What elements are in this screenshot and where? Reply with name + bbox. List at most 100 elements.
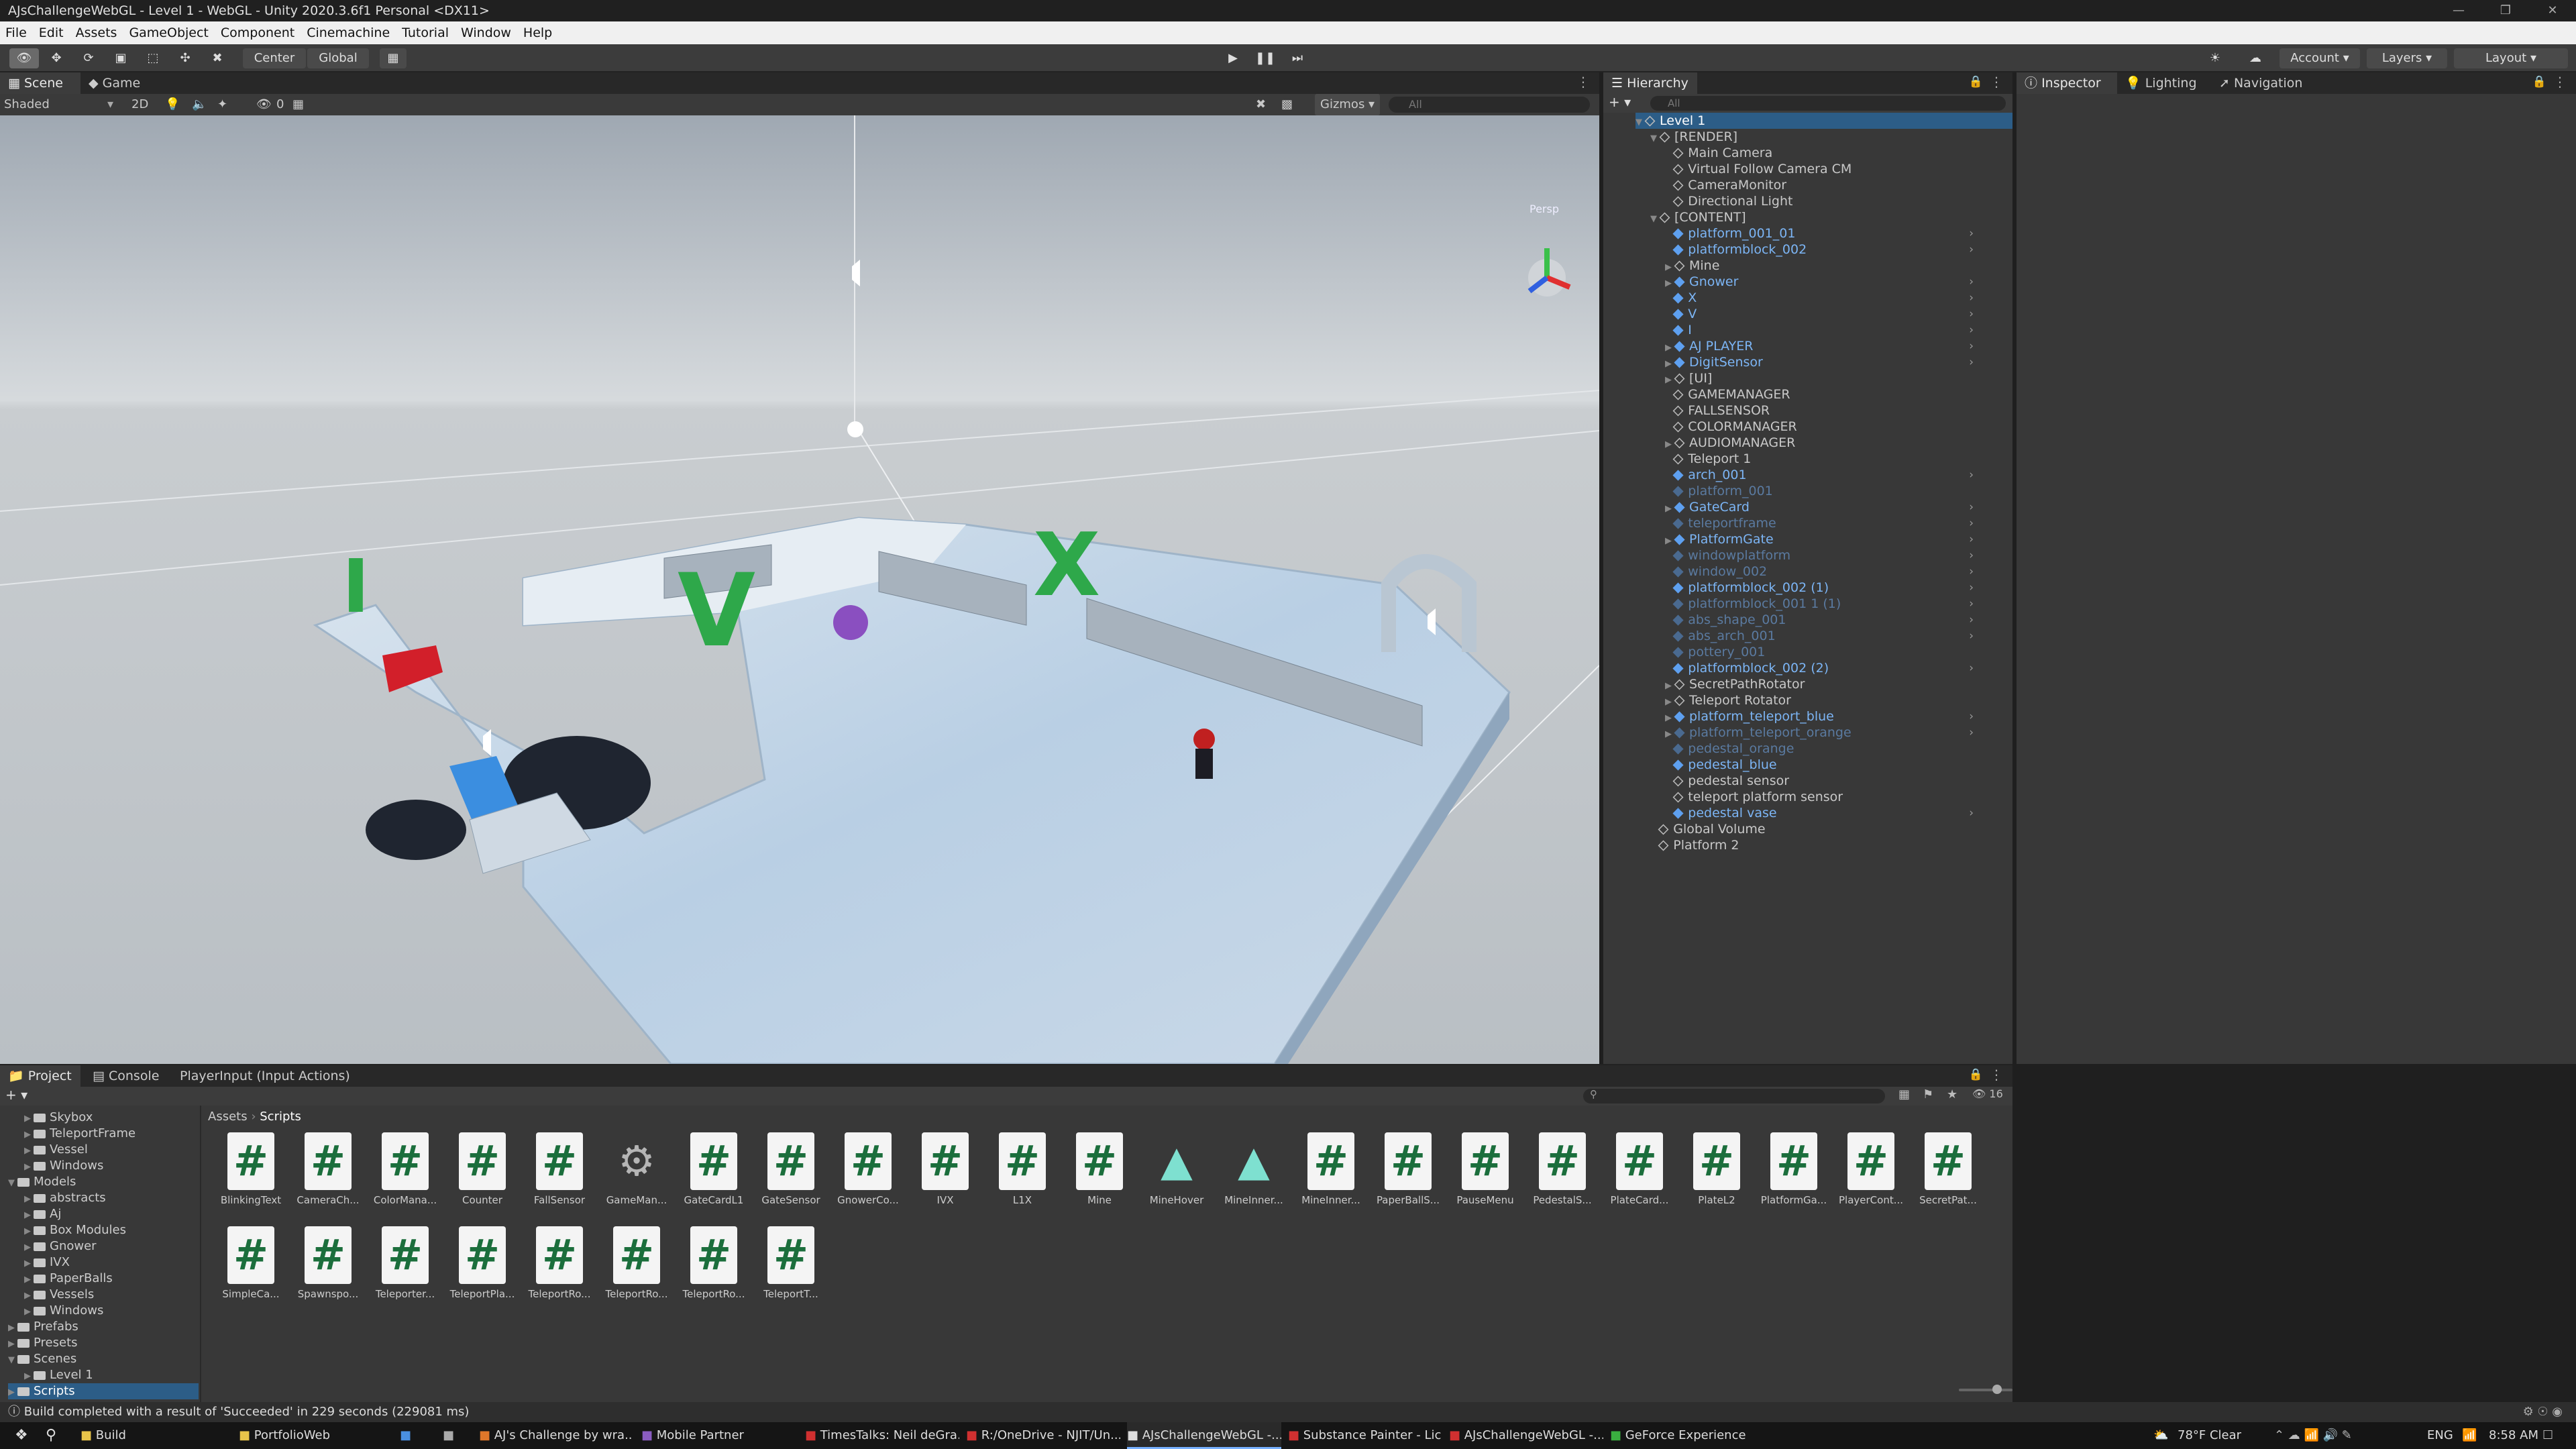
lock-icon[interactable]: 🔒: [1969, 75, 1983, 89]
create-asset-button[interactable]: + ▾: [5, 1087, 28, 1103]
filter-label-icon[interactable]: ⚑: [1923, 1087, 1933, 1102]
open-prefab-chevron-icon[interactable]: ›: [1969, 660, 1974, 676]
hierarchy-row[interactable]: ▶ GateCard ›: [1665, 499, 1980, 515]
hidden-packages-toggle[interactable]: 👁 16: [1972, 1087, 2003, 1100]
menu-cinemachine[interactable]: Cinemachine: [307, 21, 390, 44]
script-asset[interactable]: # Spawnspo...: [292, 1226, 364, 1319]
weather-label[interactable]: 78°F Clear: [2178, 1422, 2241, 1449]
open-prefab-chevron-icon[interactable]: ›: [1969, 290, 1974, 306]
expand-right-icon[interactable]: ▶: [24, 1371, 31, 1381]
folder-tree-item[interactable]: ▶ Gnower: [24, 1238, 199, 1254]
lock-icon[interactable]: 🔒: [2532, 75, 2546, 89]
script-asset[interactable]: ⚙ GameMan...: [600, 1132, 673, 1225]
expand-down-icon[interactable]: ▼: [1650, 214, 1657, 224]
folder-tree-item[interactable]: ▶ Level 1: [24, 1367, 199, 1383]
hierarchy-row[interactable]: V ›: [1665, 306, 1980, 322]
panel-menu-icon[interactable]: ⋮: [1990, 74, 2003, 90]
expand-right-icon[interactable]: ▶: [24, 1291, 31, 1301]
system-tray-icons[interactable]: ⌃ ☁ 📶 🔊 ✎: [2274, 1422, 2352, 1449]
script-asset[interactable]: # TeleportRo...: [523, 1226, 596, 1319]
folder-tree-item[interactable]: ▶ abstracts: [24, 1190, 199, 1206]
hierarchy-row[interactable]: abs_shape_001 ›: [1665, 612, 1980, 628]
expand-right-icon[interactable]: ▶: [24, 1242, 31, 1252]
taskbar-app[interactable]: ■: [400, 1422, 433, 1449]
thumbnail-size-slider[interactable]: [1959, 1385, 2012, 1394]
script-asset[interactable]: # BlinkingText: [215, 1132, 287, 1225]
panel-menu-icon[interactable]: ⋮: [1990, 1067, 2003, 1083]
hierarchy-row[interactable]: CameraMonitor: [1665, 177, 1980, 193]
transform-tool-icon[interactable]: ✣: [172, 48, 199, 68]
folder-tree-item[interactable]: ▶ Skybox: [24, 1110, 199, 1126]
script-asset[interactable]: # GateSensor: [755, 1132, 827, 1225]
open-prefab-chevron-icon[interactable]: ›: [1969, 354, 1974, 370]
script-asset[interactable]: ▲ MineHover: [1140, 1132, 1213, 1225]
expand-right-icon[interactable]: ▶: [1665, 713, 1672, 723]
hierarchy-row[interactable]: Teleport 1: [1665, 451, 1980, 467]
tab-console[interactable]: ▤ Console: [85, 1065, 172, 1087]
expand-right-icon[interactable]: ▶: [1665, 343, 1672, 353]
visibility-icon[interactable]: 👁: [256, 94, 272, 115]
taskbar-app[interactable]: ■ Build: [80, 1422, 228, 1449]
script-asset[interactable]: # GnowerCo...: [832, 1132, 904, 1225]
expand-right-icon[interactable]: ▶: [24, 1194, 31, 1204]
camera-icon[interactable]: ▩: [1281, 94, 1293, 115]
minimize-icon[interactable]: —: [2435, 0, 2482, 21]
open-prefab-chevron-icon[interactable]: ›: [1969, 274, 1974, 290]
open-prefab-chevron-icon[interactable]: ›: [1969, 322, 1974, 338]
expand-right-icon[interactable]: ▶: [1665, 278, 1672, 288]
expand-right-icon[interactable]: ▶: [24, 1210, 31, 1220]
script-asset[interactable]: # TeleportRo...: [678, 1226, 750, 1319]
folder-tree-item[interactable]: ▶ TeleportFrame: [24, 1126, 199, 1142]
expand-right-icon[interactable]: ▶: [24, 1114, 31, 1124]
taskbar-app[interactable]: ■ AJ's Challenge by wra...: [479, 1422, 633, 1449]
gizmos-dropdown[interactable]: Gizmos ▾: [1315, 94, 1381, 115]
script-asset[interactable]: # TeleportPla...: [446, 1226, 519, 1319]
breadcrumb-scripts[interactable]: Scripts: [260, 1110, 301, 1124]
hierarchy-row[interactable]: platformblock_001 1 (1) ›: [1665, 596, 1980, 612]
hierarchy-row[interactable]: pedestal_blue: [1665, 757, 1980, 773]
open-prefab-chevron-icon[interactable]: ›: [1969, 628, 1974, 644]
tab-inspector[interactable]: ⓘ Inspector: [2017, 72, 2117, 94]
hierarchy-row[interactable]: ▶ platform_teleport_orange ›: [1665, 724, 1980, 741]
panel-menu-icon[interactable]: ⋮: [1576, 74, 1590, 90]
hierarchy-row[interactable]: Main Camera: [1665, 145, 1980, 161]
favorite-star-icon[interactable]: ★: [1947, 1087, 1957, 1102]
hierarchy-row[interactable]: windowplatform ›: [1665, 547, 1980, 564]
hierarchy-row[interactable]: FALLSENSOR: [1665, 402, 1980, 419]
expand-right-icon[interactable]: ▶: [1665, 697, 1672, 707]
lighting-toggle-icon[interactable]: 💡: [165, 94, 180, 115]
tab-project[interactable]: 📁 Project: [0, 1065, 80, 1087]
script-asset[interactable]: # TeleportT...: [755, 1226, 827, 1319]
tab-navigation[interactable]: ➚ Navigation: [2211, 72, 2325, 94]
folder-tree-item[interactable]: ▶ Scripts: [8, 1383, 199, 1399]
hierarchy-row[interactable]: pedestal_orange: [1665, 741, 1980, 757]
hierarchy-row[interactable]: teleport platform sensor: [1665, 789, 1980, 805]
hierarchy-row[interactable]: pottery_001: [1665, 644, 1980, 660]
hierarchy-row[interactable]: pedestal sensor: [1665, 773, 1980, 789]
hierarchy-row[interactable]: GAMEMANAGER: [1665, 386, 1980, 402]
tab-lighting[interactable]: 💡 Lighting: [2117, 72, 2211, 94]
hierarchy-row[interactable]: Directional Light: [1665, 193, 1980, 209]
expand-right-icon[interactable]: ▶: [8, 1387, 15, 1397]
mode-2d-toggle[interactable]: 2D: [131, 94, 148, 115]
expand-right-icon[interactable]: ▶: [24, 1307, 31, 1317]
folder-tree-item[interactable]: ▶ Vessel: [24, 1142, 199, 1158]
rotate-tool-icon[interactable]: ⟳: [75, 48, 102, 68]
folder-tree-item[interactable]: ▼ Models: [8, 1174, 199, 1190]
tab-scene[interactable]: ▦ Scene: [0, 72, 80, 94]
hierarchy-row[interactable]: pedestal vase ›: [1665, 805, 1980, 821]
expand-right-icon[interactable]: ▶: [8, 1339, 15, 1349]
shading-dropdown[interactable]: Shaded: [4, 94, 50, 115]
menu-window[interactable]: Window: [461, 21, 511, 44]
hierarchy-row[interactable]: ▶ PlatformGate ›: [1665, 531, 1980, 547]
grid-toggle-icon[interactable]: ▦: [292, 94, 304, 115]
hierarchy-row[interactable]: ▼ [RENDER]: [1650, 129, 1980, 145]
expand-down-icon[interactable]: ▼: [8, 1355, 15, 1365]
script-asset[interactable]: # PedestalS...: [1526, 1132, 1599, 1225]
expand-right-icon[interactable]: ▶: [24, 1226, 31, 1236]
scene-viewport[interactable]: I V X Persp: [0, 115, 1599, 1064]
move-tool-icon[interactable]: ✥: [43, 48, 70, 68]
taskbar-app[interactable]: ■ Mobile Partner: [641, 1422, 796, 1449]
account-dropdown[interactable]: Account ▾: [2279, 48, 2360, 68]
script-asset[interactable]: # MineInner...: [1295, 1132, 1367, 1225]
